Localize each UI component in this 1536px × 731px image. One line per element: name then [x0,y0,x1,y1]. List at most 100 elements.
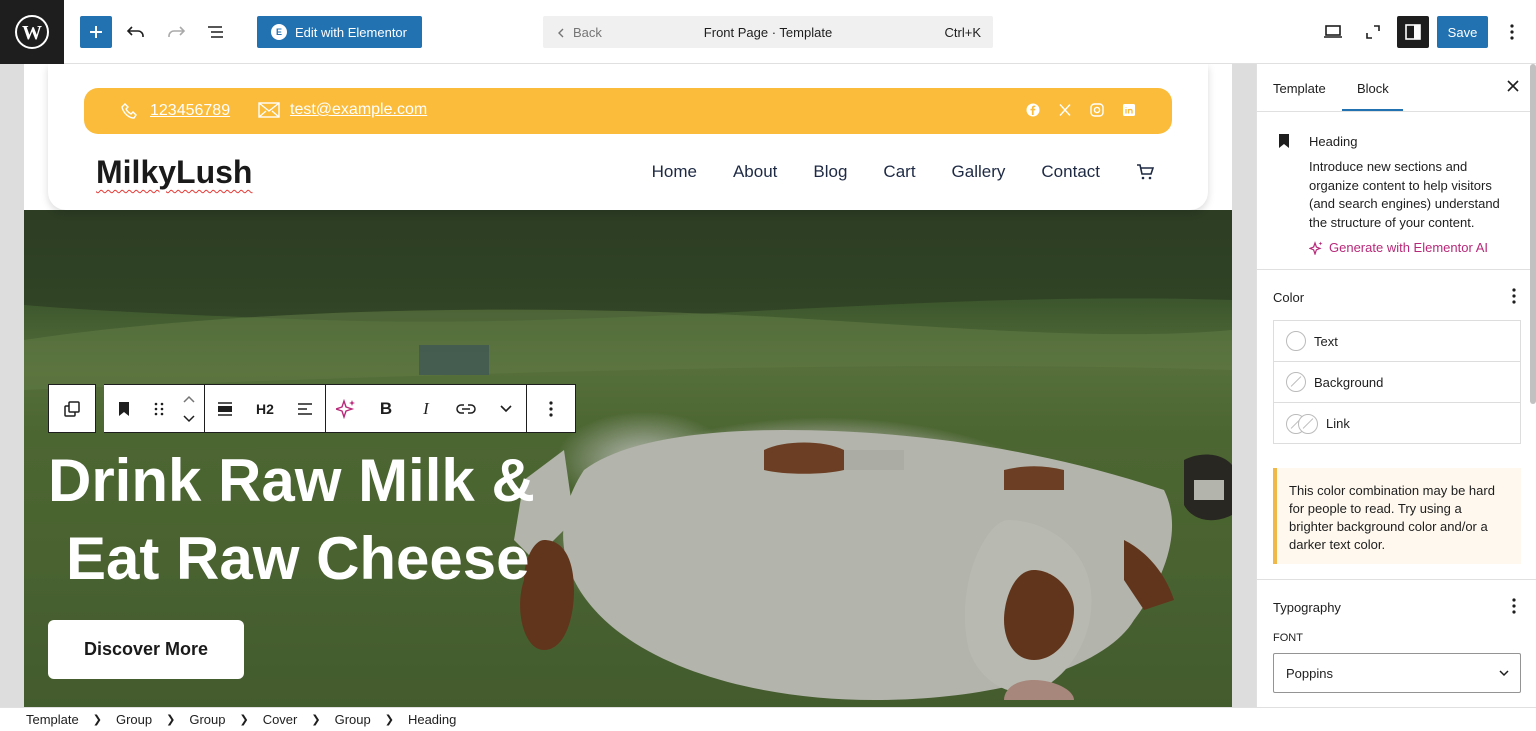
editor-canvas: 123456789 test@example.com MilkyLush Hom… [0,64,1256,707]
list-view-icon [208,26,223,38]
link-button[interactable] [446,385,486,433]
edit-with-elementor-button[interactable]: E Edit with Elementor [257,16,422,48]
select-parent-button[interactable] [52,385,92,433]
color-item-text[interactable]: Text [1274,321,1520,362]
discover-more-button[interactable]: Discover More [48,620,244,679]
hero-cover[interactable]: Drink Raw Milk & Eat Raw Cheese Discover… [24,210,1232,707]
color-item-label: Text [1314,333,1338,349]
desktop-icon [1324,25,1342,38]
tab-template[interactable]: Template [1273,81,1326,96]
color-item-link[interactable]: Link [1274,403,1520,444]
move-up-down-buttons[interactable] [174,385,204,433]
drag-handle[interactable] [144,385,174,433]
phone-number[interactable]: 123456789 [150,102,230,120]
block-format-group: B I [326,384,527,433]
nav-item-cart[interactable]: Cart [883,162,915,182]
breadcrumb-item-group[interactable]: Group ❯ [189,712,262,727]
redo-button[interactable] [160,16,192,48]
bold-button[interactable]: B [366,385,406,433]
hero-heading[interactable]: Drink Raw Milk & Eat Raw Cheese [48,442,608,598]
block-card-description: Introduce new sections and organize cont… [1309,159,1500,230]
command-palette-bar[interactable]: Back Front Page · Template Ctrl+K [543,16,993,48]
contact-strip[interactable]: 123456789 test@example.com [84,88,1172,134]
site-header[interactable]: 123456789 test@example.com MilkyLush Hom… [48,64,1208,210]
breadcrumb-item-template[interactable]: Template ❯ [26,712,116,727]
tab-block[interactable]: Block [1357,81,1389,96]
move-arrows-icon [183,395,195,422]
nav-item-home[interactable]: Home [652,162,697,182]
instagram-icon[interactable] [1090,103,1104,117]
phone-contact[interactable]: 123456789 [120,101,230,121]
typography-panel-title: Typography [1273,600,1341,615]
undo-button[interactable] [120,16,152,48]
breadcrumb-item-group[interactable]: Group ❯ [335,712,408,727]
contrast-warning-notice: This color combination may be hard for p… [1273,468,1521,564]
email-address[interactable]: test@example.com [290,101,427,119]
wordpress-logo-icon[interactable]: W [0,0,64,64]
heading-block-type-button[interactable] [104,385,144,433]
chevron-down-icon [1499,670,1509,677]
font-family-select[interactable]: Poppins [1273,653,1521,693]
italic-button[interactable]: I [406,385,446,433]
text-align-button[interactable] [285,385,325,433]
block-layout-group: H2 [205,384,326,433]
elementor-icon: E [271,24,287,40]
link-color-swatches [1286,413,1318,434]
hero-heading-line2: Eat Raw Cheese [66,525,530,592]
svg-text:W: W [22,22,42,44]
edit-with-elementor-label: Edit with Elementor [295,24,407,40]
chevron-right-icon: ❯ [166,714,176,726]
breadcrumb-item-group[interactable]: Group ❯ [116,712,189,727]
typography-options-kebab-icon[interactable] [1512,598,1516,614]
linkedin-icon[interactable] [1122,103,1136,117]
nav-item-contact[interactable]: Contact [1041,162,1100,182]
email-contact[interactable]: test@example.com [258,101,427,119]
chevron-down-icon [500,404,512,412]
generate-ai-link[interactable]: Generate with Elementor AI [1309,240,1488,255]
chevron-right-icon: ❯ [239,714,249,726]
heading-level-button[interactable]: H2 [245,385,285,433]
block-options-group [527,384,576,433]
breadcrumb-item-cover[interactable]: Cover ❯ [263,712,335,727]
close-icon[interactable] [1505,78,1521,94]
nav-item-blog[interactable]: Blog [813,162,847,182]
cart-icon[interactable] [1136,163,1154,181]
options-menu-button[interactable] [1496,16,1528,48]
sidebar-scrollbar[interactable] [1530,64,1536,404]
block-card: Heading Introduce new sections and organ… [1257,112,1536,270]
drag-handle-icon [154,402,164,415]
background-color-swatch [1286,372,1306,392]
block-toolbar: H2 B I [48,384,576,434]
x-icon[interactable] [1058,103,1072,117]
chevron-right-icon: ❯ [92,714,102,726]
site-logo[interactable]: MilkyLush [96,154,252,191]
ai-assistant-button[interactable] [326,385,366,433]
phone-icon [121,103,137,119]
view-site-button[interactable] [1357,16,1389,48]
block-type-group [104,384,205,433]
color-options-kebab-icon[interactable] [1512,288,1516,304]
kebab-icon [549,400,553,417]
more-format-button[interactable] [486,385,526,433]
font-family-value: Poppins [1286,665,1333,681]
ai-sparkle-icon [336,398,355,419]
document-title: Front Page · Template [703,25,833,40]
document-overview-button[interactable] [200,16,232,48]
settings-toggle-button[interactable] [1397,16,1429,48]
font-label: FONT [1273,632,1303,644]
save-button[interactable]: Save [1437,16,1488,48]
sidebar-icon [1405,24,1421,40]
redo-icon [168,26,186,37]
nav-item-about[interactable]: About [733,162,777,182]
color-item-background[interactable]: Background [1274,362,1520,403]
color-item-label: Link [1326,416,1350,431]
block-options-button[interactable] [527,385,575,433]
undo-icon [126,26,144,37]
device-preview-button[interactable] [1317,16,1349,48]
add-block-button[interactable] [80,16,112,48]
block-breadcrumb: Template ❯ Group ❯ Group ❯ Cover ❯ Group ❯ He… [0,707,1536,731]
align-block-button[interactable] [205,385,245,433]
facebook-icon[interactable] [1026,103,1040,117]
select-parent-group [48,384,96,433]
nav-item-gallery[interactable]: Gallery [952,162,1006,182]
